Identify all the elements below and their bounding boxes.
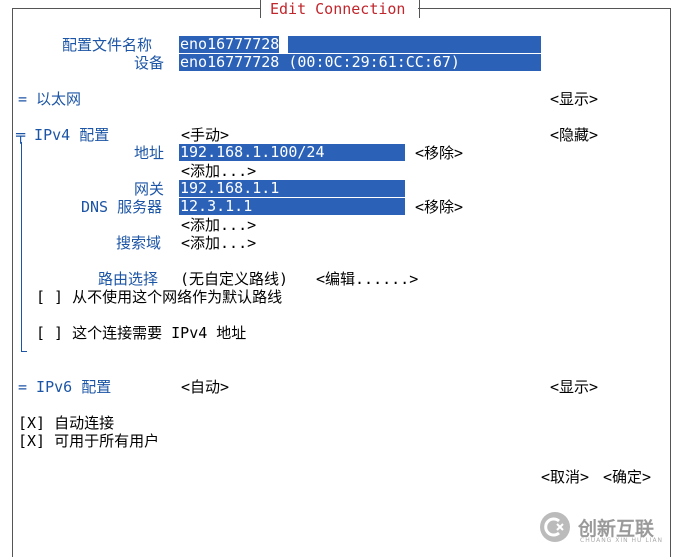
never-default-checkbox[interactable]: [ ] 从不使用这个网络作为默认路线	[36, 288, 282, 306]
address-remove-button[interactable]: <移除>	[415, 144, 463, 162]
profile-name-label: 配置文件名称	[62, 36, 153, 54]
dns-input[interactable]: 12.3.1.1	[179, 198, 405, 215]
frame-border-right	[670, 8, 671, 557]
logo-subtitle: CHUANG XIN HU LIAN	[580, 537, 664, 544]
frame-border-top-right	[418, 8, 670, 9]
dns-value: 12.3.1.1	[180, 198, 253, 215]
frame-border-top-left	[12, 8, 260, 9]
routing-edit-button[interactable]: <编辑......>	[316, 270, 418, 288]
window-title: Edit Connection	[270, 0, 406, 18]
ok-button[interactable]: <确定>	[603, 468, 651, 486]
ipv4-section-bracket	[21, 142, 22, 352]
ethernet-show-button[interactable]: <显示>	[550, 90, 598, 108]
ipv6-section-label: = IPv6 配置	[18, 378, 112, 396]
dns-remove-button[interactable]: <移除>	[415, 198, 463, 216]
address-value: 192.168.1.100/24	[180, 144, 325, 161]
ethernet-section-label: = 以太网	[18, 90, 82, 108]
gateway-label: 网关	[134, 180, 165, 198]
dns-add-button[interactable]: <添加...>	[181, 216, 256, 234]
logo-icon	[540, 512, 570, 542]
address-label: 地址	[134, 144, 165, 162]
ipv6-method-select[interactable]: <自动>	[181, 378, 229, 396]
routing-value: (无自定义路线)	[180, 270, 289, 288]
dns-label: DNS 服务器	[81, 198, 163, 216]
ipv4-section-label: ╤ IPv4 配置	[16, 126, 110, 144]
profile-name-input[interactable]: eno16777728	[179, 36, 541, 53]
device-label: 设备	[134, 54, 165, 72]
gateway-value: 192.168.1.1	[180, 180, 280, 197]
address-add-button[interactable]: <添加...>	[181, 162, 256, 180]
text-cursor	[279, 36, 289, 53]
ipv6-show-button[interactable]: <显示>	[550, 378, 598, 396]
cancel-button[interactable]: <取消>	[541, 468, 589, 486]
frame-border-left	[12, 8, 13, 557]
require-ipv4-checkbox[interactable]: [ ] 这个连接需要 IPv4 地址	[36, 324, 246, 342]
device-input[interactable]: eno16777728 (00:0C:29:61:CC:67)	[179, 54, 541, 71]
profile-name-value: eno16777728	[180, 36, 280, 53]
search-domain-label: 搜索域	[116, 234, 162, 252]
address-input[interactable]: 192.168.1.100/24	[179, 144, 405, 161]
gateway-input[interactable]: 192.168.1.1	[179, 180, 405, 197]
device-value: eno16777728 (00:0C:29:61:CC:67)	[180, 54, 460, 71]
routing-label: 路由选择	[98, 270, 159, 288]
search-domain-add-button[interactable]: <添加...>	[181, 234, 256, 252]
all-users-checkbox[interactable]: [X] 可用于所有用户	[18, 432, 159, 450]
ipv4-hide-button[interactable]: <隐藏>	[550, 126, 598, 144]
ipv4-section-bracket-end	[21, 351, 27, 352]
ipv4-method-select[interactable]: <手动>	[181, 126, 229, 144]
auto-connect-checkbox[interactable]: [X] 自动连接	[18, 414, 114, 432]
